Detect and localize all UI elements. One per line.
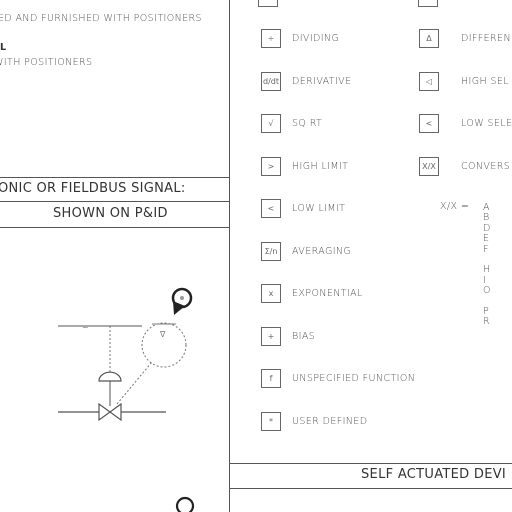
conversion-key: X/X =: [440, 201, 470, 212]
function-label: SQ RT: [292, 118, 323, 129]
conversion-letter: R: [483, 316, 491, 328]
function-symbol-box: x: [261, 284, 281, 303]
function-symbol-box: d/dt: [261, 71, 281, 91]
function-label: DERIVATIVE: [292, 75, 352, 87]
function-label: LOW SELE: [461, 118, 512, 129]
control-valve-icon: [98, 402, 122, 422]
function-symbol-box: ◁: [419, 71, 439, 91]
function-label: CONVERS: [461, 160, 511, 172]
function-symbol-box: ÷: [261, 29, 281, 48]
self-actuated-bottom-rule: [229, 488, 512, 489]
self-actuated-header: SELF ACTUATED DEVI: [361, 467, 507, 482]
balloon-marker-icon[interactable]: [171, 287, 193, 315]
function-symbol-box: <: [261, 199, 281, 218]
svg-text:∇: ∇: [159, 330, 166, 339]
function-label: BIAS: [292, 330, 316, 342]
self-actuated-top-rule: [229, 463, 512, 464]
function-symbol-box: Δ: [419, 29, 439, 48]
function-label: DIFFEREN: [461, 33, 511, 44]
actuator-icon: [98, 371, 122, 382]
function-label: UNSPECIFIED FUNCTION: [292, 373, 416, 384]
function-symbol-box: Σ/n: [261, 241, 281, 261]
function-label: HIGH LIMIT: [292, 160, 349, 172]
function-symbol-box: +: [261, 326, 281, 346]
balloon-marker-2-icon[interactable]: [175, 496, 195, 512]
function-label: DIVIDING: [292, 33, 340, 44]
function-symbol-box: <: [419, 114, 439, 133]
svg-text:~: ~: [82, 323, 89, 332]
function-symbol-box: f: [261, 369, 281, 388]
function-label: LOW LIMIT: [292, 203, 346, 214]
function-label: AVERAGING: [292, 245, 352, 257]
function-symbol-box: >: [261, 156, 281, 176]
function-symbol-box: √: [261, 114, 281, 133]
function-symbol-box: *: [261, 411, 281, 431]
function-label: EXPONENTIAL: [292, 288, 363, 299]
function-symbol-box: X/X: [419, 156, 439, 176]
function-label: HIGH SEL: [461, 75, 509, 87]
function-label: USER DEFINED: [292, 415, 368, 427]
conversion-letters: ABDEF HIO PR: [483, 202, 491, 328]
